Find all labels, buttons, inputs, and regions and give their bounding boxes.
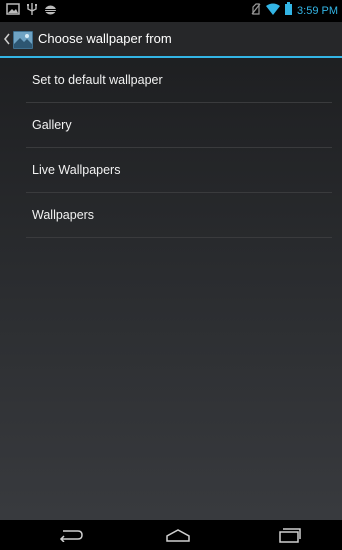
android-debug-icon [44, 2, 57, 20]
navigation-bar [0, 520, 342, 550]
action-bar[interactable]: Choose wallpaper from [0, 22, 342, 58]
notification-icons [6, 2, 57, 20]
recents-icon[interactable] [260, 520, 320, 550]
battery-icon [285, 2, 293, 20]
status-time: 3:59 PM [297, 5, 338, 17]
screenshot-icon [6, 2, 20, 20]
wallpaper-app-icon[interactable] [12, 29, 34, 51]
page-title: Choose wallpaper from [38, 31, 172, 46]
option-default-wallpaper[interactable]: Set to default wallpaper [26, 58, 332, 103]
no-sim-icon [251, 2, 261, 20]
option-label: Live Wallpapers [32, 163, 121, 177]
option-label: Wallpapers [32, 208, 95, 222]
wifi-icon [266, 2, 281, 20]
wallpaper-source-list: Set to default wallpaper Gallery Live Wa… [0, 58, 342, 238]
option-live-wallpapers[interactable]: Live Wallpapers [26, 148, 332, 193]
back-icon[interactable] [40, 520, 100, 550]
system-icons: 3:59 PM [251, 2, 338, 20]
status-bar: 3:59 PM [0, 0, 342, 22]
usb-icon [26, 2, 38, 20]
option-gallery[interactable]: Gallery [26, 103, 332, 148]
up-caret-icon[interactable] [3, 32, 11, 46]
option-label: Gallery [32, 118, 72, 132]
option-wallpapers[interactable]: Wallpapers [26, 193, 332, 238]
home-icon[interactable] [148, 520, 208, 550]
option-label: Set to default wallpaper [32, 73, 163, 87]
screen: 3:59 PM Choose wallpaper from Set to def… [0, 0, 342, 550]
